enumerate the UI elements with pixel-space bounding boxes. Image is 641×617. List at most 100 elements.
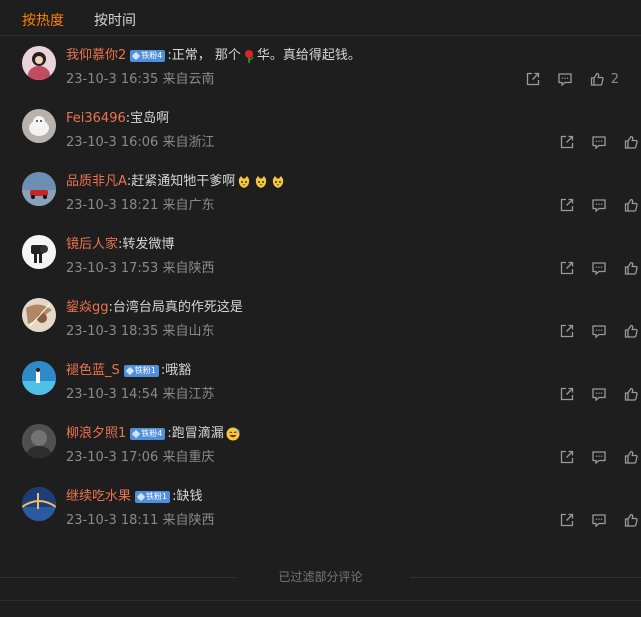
fan-badge-label: 铁粉1: [146, 492, 168, 501]
comment-text-continued: 华。真给得起钱。: [256, 48, 361, 63]
fan-badge-label: 铁粉4: [141, 51, 163, 60]
comment-text: :跑冒滴漏: [167, 426, 224, 441]
comment-item: 我仰慕你2 铁粉4 :正常， 那个 华。真给得起钱。 23-10-3 16:35 来自云…: [0, 42, 641, 105]
comment-actions: 2: [524, 70, 619, 88]
comment-text: :台湾台局真的作死这是: [108, 300, 243, 315]
comment-item: 继续吃水果 铁粉1 :缺钱 23-10-3 18:11 来自陕西: [0, 483, 641, 546]
avatar[interactable]: [22, 361, 56, 395]
comment-item: Fei36496:宝岛啊 23-10-3 16:06 来自浙江: [0, 105, 641, 168]
comment-text: :哦豁: [160, 363, 192, 378]
comment-actions: [558, 133, 640, 151]
fan-badge: 铁粉4: [130, 428, 166, 440]
comment-text: :正常， 那个: [167, 48, 241, 63]
comment-meta: 23-10-3 17:06 来自重庆: [66, 450, 215, 465]
comment-meta: 23-10-3 16:35 来自云南: [66, 72, 215, 87]
comment-line: Fei36496:宝岛啊: [66, 111, 169, 127]
comment-meta: 23-10-3 18:11 来自陕西: [66, 513, 215, 528]
thumbs-up-icon[interactable]: [622, 448, 640, 466]
comment-meta: 23-10-3 18:35 来自山东: [66, 324, 215, 339]
avatar[interactable]: [22, 235, 56, 269]
comment-line: 继续吃水果 铁粉1 :缺钱: [66, 489, 203, 505]
comment-line: 品质非凡A:赶紧通知牠干爹啊: [66, 174, 286, 190]
comment-text: :赶紧通知牠干爹啊: [126, 174, 236, 189]
fan-badge: 铁粉4: [130, 50, 166, 62]
thumbs-up-icon[interactable]: [622, 322, 640, 340]
thumbs-up-icon[interactable]: [622, 259, 640, 277]
fan-badge-label: 铁粉4: [141, 429, 163, 438]
diamond-icon: [132, 51, 141, 61]
username[interactable]: Fei36496: [66, 111, 126, 127]
tab-by-hotness[interactable]: 按热度: [22, 12, 64, 32]
comment-item: 鋆焱gg:台湾台局真的作死这是 23-10-3 18:35 来自山东: [0, 294, 641, 357]
comment-actions: [558, 196, 640, 214]
thumbs-up-icon[interactable]: [622, 196, 640, 214]
comment-item: 品质非凡A:赶紧通知牠干爹啊 23-10-3 18:21 来自广东: [0, 168, 641, 231]
comment-list: 我仰慕你2 铁粉4 :正常， 那个 华。真给得起钱。 23-10-3 16:35 来自云…: [0, 42, 641, 546]
like-count: 2: [610, 71, 619, 87]
diamond-icon: [125, 366, 135, 376]
fan-badge: 铁粉1: [123, 365, 159, 377]
footer: 已过滤部分评论: [0, 569, 641, 585]
avatar[interactable]: [22, 487, 56, 521]
comment-meta: 23-10-3 16:06 来自浙江: [66, 135, 215, 150]
rose-emoji-icon: [241, 49, 257, 63]
avatar[interactable]: [22, 172, 56, 206]
comment-icon[interactable]: [590, 322, 608, 340]
comment-panel: 按热度 按时间 我仰慕你2 铁粉4 :正常， 那个 华。真给得起钱。 23-10-3 1…: [0, 0, 641, 617]
laugh-emoji-icon: [225, 427, 241, 441]
comment-icon[interactable]: [556, 70, 574, 88]
fan-badge-label: 铁粉1: [134, 366, 156, 375]
thumbs-up-icon[interactable]: [622, 133, 640, 151]
cat-emoji-icon: [253, 175, 269, 189]
share-icon[interactable]: [524, 70, 542, 88]
thumbs-up-icon[interactable]: [588, 70, 606, 88]
thumbs-up-icon[interactable]: [622, 511, 640, 529]
comment-icon[interactable]: [590, 385, 608, 403]
username[interactable]: 柳浪夕照1: [66, 426, 126, 442]
comment-actions: [558, 322, 640, 340]
comment-icon[interactable]: [590, 511, 608, 529]
username[interactable]: 品质非凡A: [66, 174, 127, 190]
tabs-divider: [0, 35, 641, 36]
username[interactable]: 鋆焱gg: [66, 300, 109, 316]
comment-item: 褪色蓝_S 铁粉1:哦豁 23-10-3 14:54 来自江苏: [0, 357, 641, 420]
avatar[interactable]: [22, 424, 56, 458]
share-icon[interactable]: [558, 196, 576, 214]
comment-actions: [558, 259, 640, 277]
share-icon[interactable]: [558, 322, 576, 340]
share-icon[interactable]: [558, 385, 576, 403]
avatar[interactable]: [22, 46, 56, 80]
share-icon[interactable]: [558, 448, 576, 466]
comment-line: 褪色蓝_S 铁粉1 :哦豁: [66, 363, 191, 379]
share-icon[interactable]: [558, 511, 576, 529]
diamond-icon: [132, 429, 141, 439]
comment-text: :缺钱: [172, 489, 203, 504]
diamond-icon: [136, 492, 146, 502]
avatar[interactable]: [22, 109, 56, 143]
username[interactable]: 褪色蓝_S: [66, 363, 120, 379]
tab-by-time[interactable]: 按时间: [94, 12, 136, 32]
username[interactable]: 我仰慕你2: [66, 48, 126, 64]
comment-text: :宝岛啊: [125, 111, 170, 126]
comment-icon[interactable]: [590, 133, 608, 151]
comment-meta: 23-10-3 18:21 来自广东: [66, 198, 215, 213]
share-icon[interactable]: [558, 133, 576, 151]
comment-line: 镜后人家:转发微博: [66, 237, 174, 253]
comment-line: 鋆焱gg:台湾台局真的作死这是: [66, 300, 243, 316]
share-icon[interactable]: [558, 259, 576, 277]
avatar[interactable]: [22, 298, 56, 332]
footer-line-right: [410, 577, 641, 578]
comment-icon[interactable]: [590, 259, 608, 277]
username[interactable]: 继续吃水果: [66, 489, 131, 505]
comment-icon[interactable]: [590, 196, 608, 214]
comment-icon[interactable]: [590, 448, 608, 466]
comment-item: 柳浪夕照1 铁粉4 :跑冒滴漏 23-10-3 17:06 来自重庆: [0, 420, 641, 483]
cat-emoji-icon: [236, 175, 252, 189]
comment-meta: 23-10-3 17:53 来自陕西: [66, 261, 215, 276]
thumbs-up-icon[interactable]: [622, 385, 640, 403]
username[interactable]: 镜后人家: [66, 237, 118, 253]
comment-actions: [558, 385, 640, 403]
comment-text: :转发微博: [118, 237, 175, 252]
comment-line: 柳浪夕照1 铁粉4 :跑冒滴漏: [66, 426, 241, 442]
comment-actions: [558, 511, 640, 529]
